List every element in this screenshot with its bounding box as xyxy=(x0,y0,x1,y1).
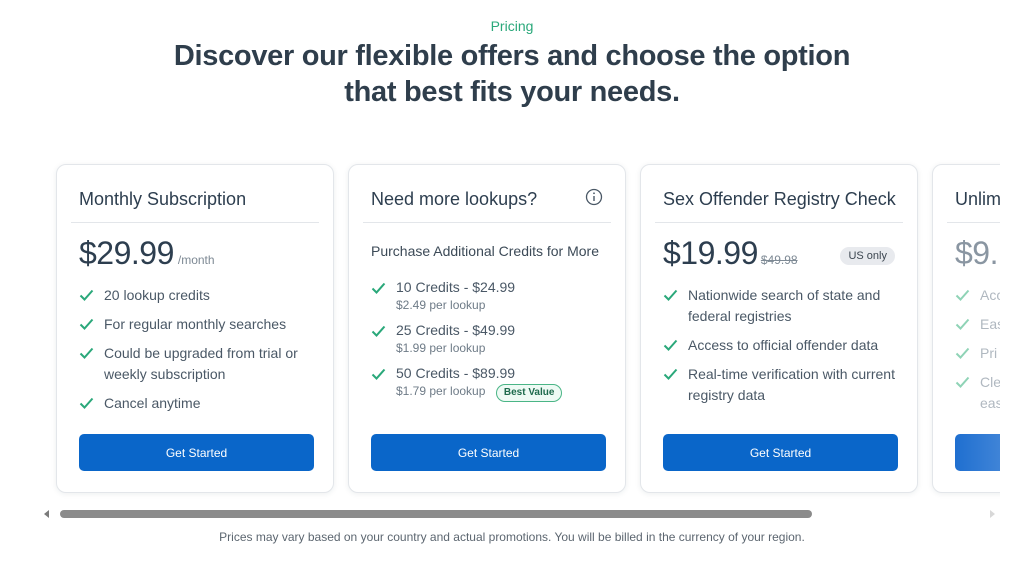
feature-item: 20 lookup credits xyxy=(79,285,315,306)
check-icon xyxy=(663,339,678,351)
divider xyxy=(363,222,611,223)
credit-per-lookup: $1.79 per lookup xyxy=(396,384,486,398)
price-row: $9. xyxy=(955,235,998,272)
page-title: Discover our flexible offers and choose … xyxy=(173,40,851,108)
feature-item: Eas xyxy=(955,314,1000,335)
check-icon xyxy=(663,368,678,380)
plan-price: $29.99 xyxy=(79,235,174,271)
check-icon xyxy=(79,318,94,330)
plan-period: /month xyxy=(177,253,215,267)
get-started-button[interactable]: Get Started xyxy=(371,434,606,471)
feature-text: Eas xyxy=(980,316,1000,332)
price-row: $29.99 /month xyxy=(79,235,215,272)
plan-title: Need more lookups? xyxy=(371,189,538,209)
credit-option: 50 Credits - $89.99 $1.79 per lookup Bes… xyxy=(371,364,607,402)
pricing-carousel: Monthly Subscription $29.99 /month 20 lo… xyxy=(48,156,1000,502)
divider xyxy=(71,222,319,223)
credit-label: 25 Credits - $49.99 xyxy=(396,322,516,338)
feature-item: Cancel anytime xyxy=(79,393,315,414)
plan-price: $19.99 xyxy=(663,235,758,271)
plan-card-registry-check: Sex Offender Registry Check $19.99 $49.9… xyxy=(640,164,918,493)
feature-item: Cle eas xyxy=(955,372,1000,414)
feature-item: Real-time verification with current regi… xyxy=(663,364,899,406)
feature-text: 20 lookup credits xyxy=(104,287,210,303)
feature-item: Could be upgraded from trial or weekly s… xyxy=(79,343,315,385)
check-icon xyxy=(371,282,386,294)
feature-text: Real-time verification with current regi… xyxy=(688,366,895,403)
feature-text: Nationwide search of state and federal r… xyxy=(688,287,881,324)
feature-text: Cancel anytime xyxy=(104,395,201,411)
check-icon xyxy=(663,289,678,301)
feature-text: For regular monthly searches xyxy=(104,316,287,332)
best-value-badge: Best Value xyxy=(495,384,563,402)
scroll-right-arrow[interactable] xyxy=(990,510,995,518)
credit-option: 25 Credits - $49.99 $1.99 per lookup xyxy=(371,321,607,357)
price-row: $19.99 $49.98 xyxy=(663,235,798,272)
feature-text: Pri xyxy=(980,345,998,361)
feature-list: Nationwide search of state and federal r… xyxy=(663,285,899,414)
feature-item: Acc xyxy=(955,285,1000,306)
credit-label: 10 Credits - $24.99 xyxy=(396,279,516,295)
region-badge: US only xyxy=(840,247,895,265)
pricing-disclaimer: Prices may vary based on your country an… xyxy=(219,530,805,544)
check-icon xyxy=(371,368,386,380)
plan-card-monthly: Monthly Subscription $29.99 /month 20 lo… xyxy=(56,164,334,493)
check-icon xyxy=(955,318,970,330)
feature-item: Pri xyxy=(955,343,1000,364)
original-price: $49.98 xyxy=(760,253,798,267)
feature-text: Cle xyxy=(980,374,1000,390)
feature-text: Acc xyxy=(980,287,1000,303)
credit-per-lookup: $1.99 per lookup xyxy=(396,341,486,355)
plan-title: Unlim xyxy=(955,189,1000,209)
credit-per-lookup: $2.49 per lookup xyxy=(396,298,486,312)
plan-price: $9. xyxy=(955,235,998,271)
horizontal-scrollbar-thumb[interactable] xyxy=(60,510,812,518)
check-icon xyxy=(955,376,970,388)
plan-card-credits: Need more lookups? Purchase Additional C… xyxy=(348,164,626,493)
scroll-left-arrow[interactable] xyxy=(44,510,49,518)
plan-card-unlimited: Unlim $9. Acc Eas Pri Cle eas xyxy=(932,164,1000,493)
divider xyxy=(655,222,903,223)
credit-options-list: 10 Credits - $24.99 $2.49 per lookup 25 … xyxy=(371,278,607,409)
credit-option: 10 Credits - $24.99 $2.49 per lookup xyxy=(371,278,607,314)
plan-title: Monthly Subscription xyxy=(79,189,247,209)
feature-list: Acc Eas Pri Cle eas xyxy=(955,285,1000,422)
check-icon xyxy=(79,347,94,359)
info-icon[interactable] xyxy=(585,188,603,206)
get-started-button[interactable] xyxy=(955,434,1000,471)
feature-text: eas xyxy=(980,395,1000,411)
feature-item: For regular monthly searches xyxy=(79,314,315,335)
credit-label: 50 Credits - $89.99 xyxy=(396,365,516,381)
check-icon xyxy=(955,347,970,359)
credits-subtitle: Purchase Additional Credits for More xyxy=(371,243,599,259)
divider xyxy=(947,222,1000,223)
check-icon xyxy=(955,289,970,301)
feature-item: Nationwide search of state and federal r… xyxy=(663,285,899,327)
check-icon xyxy=(371,325,386,337)
section-eyebrow: Pricing xyxy=(490,18,534,34)
feature-text: Access to official offender data xyxy=(688,337,879,353)
get-started-button[interactable]: Get Started xyxy=(79,434,314,471)
feature-list: 20 lookup credits For regular monthly se… xyxy=(79,285,315,422)
feature-item: Access to official offender data xyxy=(663,335,899,356)
feature-text: Could be upgraded from trial or weekly s… xyxy=(104,345,298,382)
get-started-button[interactable]: Get Started xyxy=(663,434,898,471)
plan-title: Sex Offender Registry Check xyxy=(663,189,896,209)
check-icon xyxy=(79,397,94,409)
check-icon xyxy=(79,289,94,301)
